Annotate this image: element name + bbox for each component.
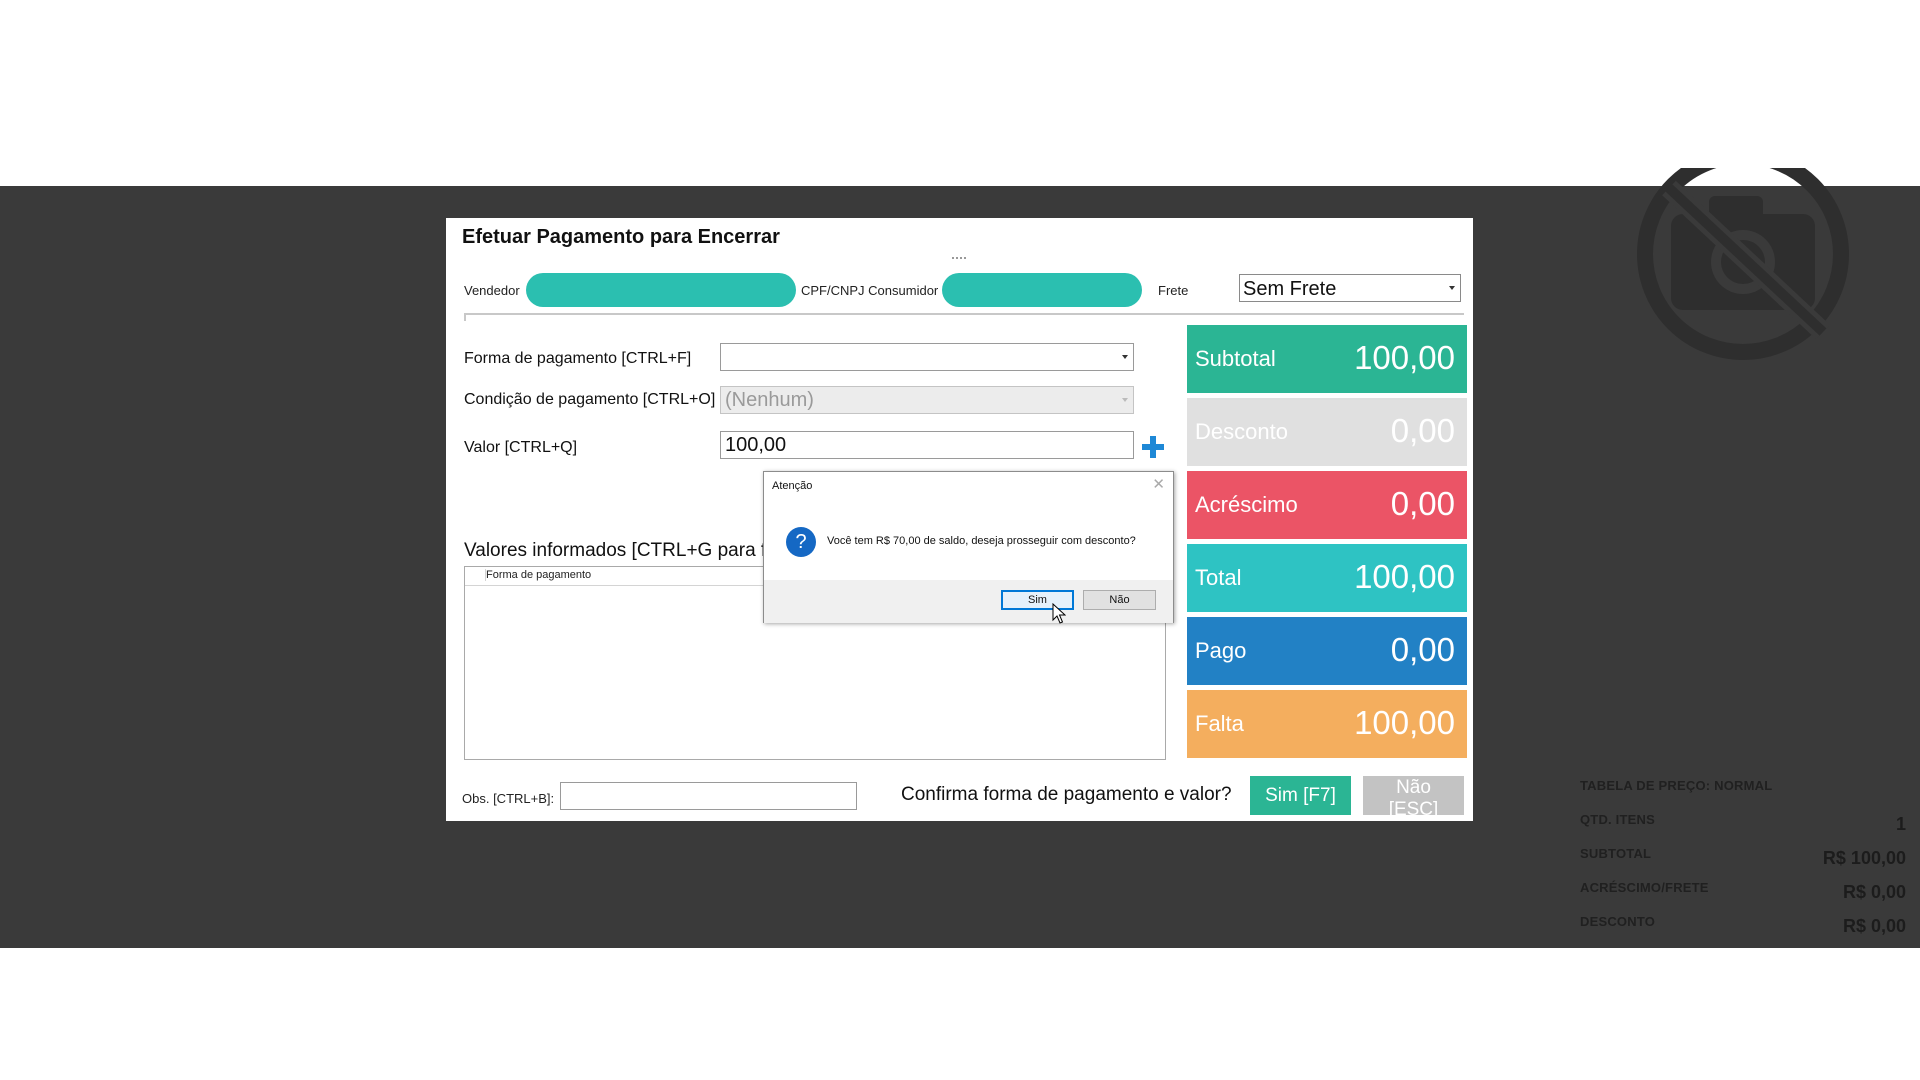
total-card-label: Total xyxy=(1195,565,1242,590)
total-card-total: Total 100,00 xyxy=(1187,544,1467,612)
obs-input[interactable] xyxy=(560,782,857,810)
desconto-label: DESCONTO xyxy=(1580,914,1656,929)
condicao-pagamento-value: (Nenhum) xyxy=(725,389,814,411)
chevron-down-icon xyxy=(1449,286,1455,290)
total-card-desconto: Desconto 0,00 xyxy=(1187,398,1467,466)
total-card-value: 0,00 xyxy=(1390,485,1455,522)
total-card-label: Pago xyxy=(1195,638,1247,663)
valor-input[interactable]: 100,00 xyxy=(720,431,1134,459)
subtotal-label: SUBTOTAL xyxy=(1580,846,1652,861)
forma-pagamento-label: Forma de pagamento [CTRL+F] xyxy=(464,350,692,367)
total-card-value: 0,00 xyxy=(1390,412,1455,449)
total-card-label: Desconto xyxy=(1195,419,1288,444)
cpf-field[interactable] xyxy=(942,273,1142,307)
total-card-value: 100,00 xyxy=(1354,558,1455,595)
qty-items-value: 1 xyxy=(1895,814,1906,834)
total-card-value: 100,00 xyxy=(1354,704,1455,741)
qty-items-label: QTD. ITENS xyxy=(1580,812,1655,827)
vendedor-field[interactable] xyxy=(526,273,796,307)
total-card-falta: Falta 100,00 xyxy=(1187,690,1467,758)
confirm-question: Confirma forma de pagamento e valor? xyxy=(901,784,1232,805)
cpf-label: CPF/CNPJ Consumidor xyxy=(801,283,939,298)
mouse-cursor-icon xyxy=(1052,603,1066,624)
total-card-value: 0,00 xyxy=(1390,631,1455,668)
frete-select[interactable]: Sem Frete xyxy=(1239,274,1461,302)
dialog-title: Efetuar Pagamento para Encerrar xyxy=(462,226,780,248)
question-icon: ? xyxy=(786,527,816,557)
acrescimo-frete-value: R$ 0,00 xyxy=(1842,882,1906,902)
close-icon[interactable]: ✕ xyxy=(1152,475,1165,493)
frete-label: Frete xyxy=(1158,283,1189,298)
vendedor-label: Vendedor xyxy=(464,283,520,298)
desconto-value: R$ 0,00 xyxy=(1842,916,1906,936)
price-table-label: TABELA DE PREÇO: NORMAL xyxy=(1580,778,1773,793)
total-card-value: 100,00 xyxy=(1354,339,1455,376)
divider-tick xyxy=(464,313,466,321)
sale-summary: TABELA DE PREÇO: NORMAL QTD. ITENS 1 SUBT… xyxy=(1580,778,1906,948)
total-card-acrescimo: Acréscimo 0,00 xyxy=(1187,471,1467,539)
message-text: Você tem R$ 70,00 de saldo, deseja pross… xyxy=(827,535,1136,547)
no-camera-icon xyxy=(1637,168,1849,360)
message-box-title: Atenção xyxy=(772,480,813,492)
confirm-yes-button[interactable]: Sim [F7] xyxy=(1250,776,1351,815)
frete-value: Sem Frete xyxy=(1243,278,1337,300)
message-box-footer: Sim Não xyxy=(764,580,1173,623)
divider xyxy=(464,313,1464,315)
condicao-pagamento-select: (Nenhum) xyxy=(720,386,1134,414)
total-card-label: Acréscimo xyxy=(1195,492,1298,517)
valor-value: 100,00 xyxy=(725,434,787,456)
total-card-subtotal: Subtotal 100,00 xyxy=(1187,325,1467,393)
add-payment-icon[interactable] xyxy=(1142,436,1164,458)
valor-label: Valor [CTRL+Q] xyxy=(464,439,578,456)
acrescimo-frete-label: ACRÉSCIMO/FRETE xyxy=(1580,880,1709,895)
valores-informados-title: Valores informados [CTRL+G para focar] xyxy=(464,540,764,561)
drag-handle[interactable] xyxy=(952,257,966,259)
subtotal-value: R$ 100,00 xyxy=(1822,848,1906,868)
total-card-label: Subtotal xyxy=(1195,346,1276,371)
obs-label: Obs. [CTRL+B]: xyxy=(462,791,555,806)
chevron-down-icon xyxy=(1122,398,1128,402)
message-no-button[interactable]: Não xyxy=(1083,590,1156,610)
total-card-pago: Pago 0,00 xyxy=(1187,617,1467,685)
total-card-label: Falta xyxy=(1195,711,1244,736)
chevron-down-icon xyxy=(1122,355,1128,359)
attention-message-box: Atenção ✕ ? Você tem R$ 70,00 de saldo, … xyxy=(763,471,1174,623)
column-forma-pagamento[interactable]: Forma de pagamento xyxy=(485,569,591,581)
condicao-pagamento-label: Condição de pagamento [CTRL+O] xyxy=(464,391,716,408)
forma-pagamento-select[interactable] xyxy=(720,343,1134,371)
confirm-no-button[interactable]: Não [ESC] xyxy=(1363,776,1464,820)
